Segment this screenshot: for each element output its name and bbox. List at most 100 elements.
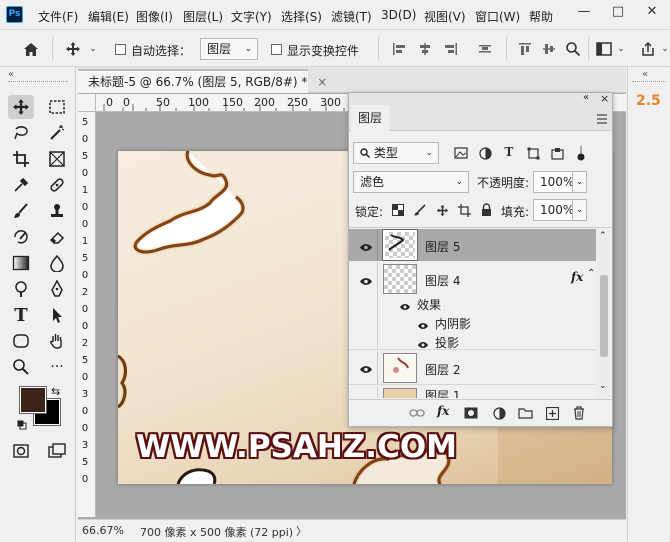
effect-drop-shadow[interactable]: 投影 (435, 334, 459, 351)
layer-row[interactable]: 图层 2 (349, 351, 596, 385)
drop-shadow-eye-icon[interactable] (417, 338, 431, 348)
close-tab-icon[interactable]: × (317, 75, 327, 89)
show-transform-checkbox[interactable] (271, 44, 282, 55)
menu-select[interactable]: 选择(S) (281, 8, 322, 25)
layer-row[interactable]: 图层 1 (349, 386, 596, 398)
chevron-down-icon[interactable]: ⌄ (599, 381, 607, 391)
properties-value[interactable]: 2.5 (636, 93, 661, 109)
inner-shadow-eye-icon[interactable] (417, 319, 431, 329)
eyedropper-tool[interactable] (8, 173, 34, 197)
visibility-eye-icon[interactable] (359, 363, 373, 373)
workspace-icon[interactable] (594, 39, 614, 59)
expand-panels-icon[interactable]: « (642, 69, 648, 80)
foreground-color-swatch[interactable] (19, 386, 47, 414)
more-tools-icon[interactable]: ··· (44, 355, 70, 379)
layers-scrollbar[interactable]: ⌃ ⌄ (597, 229, 611, 399)
lock-transparent-pixels-icon[interactable] (391, 203, 405, 217)
menu-help[interactable]: 帮助 (529, 8, 553, 25)
move-tool[interactable] (8, 95, 34, 119)
blur-tool[interactable] (44, 251, 70, 275)
search-icon[interactable] (563, 39, 583, 59)
layer-row[interactable]: 图层 5 (349, 229, 596, 261)
effect-inner-shadow[interactable]: 内阴影 (435, 315, 471, 332)
visibility-eye-icon[interactable] (359, 275, 373, 285)
home-icon[interactable] (20, 39, 42, 59)
healing-brush-tool[interactable] (44, 173, 70, 197)
chevron-up-icon[interactable]: ⌃ (587, 268, 595, 279)
default-colors-icon[interactable] (17, 419, 27, 430)
zoom-tool[interactable] (8, 355, 34, 379)
close-panel-icon[interactable]: × (600, 92, 609, 105)
collapse-toolbar-icon[interactable]: « (8, 69, 14, 80)
filter-kind-dropdown[interactable]: 类型 ⌄ (353, 142, 439, 164)
layer-effects-icon[interactable]: fx (571, 270, 583, 284)
align-right-icon[interactable] (442, 40, 460, 58)
crop-tool[interactable] (8, 147, 34, 171)
new-layer-icon[interactable] (544, 406, 560, 420)
menu-window[interactable]: 窗口(W) (475, 8, 520, 25)
brush-tool[interactable] (8, 199, 34, 223)
menu-type[interactable]: 文字(Y) (231, 8, 272, 25)
layer-name[interactable]: 图层 2 (425, 361, 460, 378)
menu-image[interactable]: 图像(I) (136, 8, 173, 25)
align-left-icon[interactable] (390, 40, 408, 58)
filter-pixel-icon[interactable] (453, 145, 469, 161)
layer-name[interactable]: 图层 5 (425, 238, 460, 255)
chevron-down-icon[interactable]: ⌄ (88, 43, 98, 55)
menu-edit[interactable]: 编辑(E) (88, 8, 129, 25)
filter-adjustment-icon[interactable] (477, 145, 493, 161)
gradient-tool[interactable] (8, 251, 34, 275)
effects-visibility-eye-icon[interactable] (399, 300, 413, 310)
auto-select-checkbox[interactable] (115, 44, 126, 55)
chevron-down-icon[interactable]: ⌄ (616, 43, 626, 55)
menu-3d[interactable]: 3D(D) (381, 8, 416, 22)
delete-layer-icon[interactable] (571, 405, 587, 420)
swap-colors-icon[interactable]: ⇆ (51, 385, 60, 398)
share-icon[interactable] (638, 39, 658, 59)
chevron-up-icon[interactable]: ⌃ (599, 231, 607, 241)
path-selection-tool[interactable] (44, 303, 70, 327)
layer-name[interactable]: 图层 1 (425, 387, 460, 398)
close-button[interactable]: ✕ (635, 0, 669, 26)
opacity-dropdown-button[interactable]: ⌄ (572, 171, 587, 193)
filter-shape-icon[interactable] (525, 145, 541, 161)
type-tool[interactable]: T (8, 303, 34, 327)
tab-layers[interactable]: 图层 (351, 105, 389, 132)
layer-name[interactable]: 图层 4 (425, 272, 460, 289)
lock-position-icon[interactable] (435, 203, 449, 217)
align-top-icon[interactable] (516, 40, 534, 58)
screen-mode-icon[interactable] (44, 439, 70, 463)
filter-toggle[interactable] (577, 144, 585, 162)
shape-tool[interactable] (8, 329, 34, 353)
frame-tool[interactable] (44, 147, 70, 171)
zoom-level[interactable]: 66.67% (82, 524, 124, 537)
chevron-down-icon[interactable]: ⌄ (660, 43, 670, 55)
pen-tool[interactable] (44, 277, 70, 301)
new-group-icon[interactable] (517, 406, 533, 420)
align-center-icon[interactable] (416, 40, 434, 58)
magic-wand-tool[interactable] (44, 121, 70, 145)
auto-select-target-dropdown[interactable]: 图层 ⌄ (200, 38, 258, 60)
minimize-button[interactable]: — (567, 0, 601, 26)
effects-label[interactable]: 效果 (417, 296, 441, 313)
link-layers-icon[interactable] (409, 406, 425, 420)
fill-dropdown-button[interactable]: ⌄ (572, 199, 587, 221)
new-adjustment-layer-icon[interactable] (491, 406, 507, 420)
quick-mask-icon[interactable] (8, 439, 34, 463)
filter-smart-object-icon[interactable] (549, 145, 565, 161)
menu-filter[interactable]: 滤镜(T) (331, 8, 372, 25)
add-layer-style-icon[interactable]: fx (437, 404, 449, 418)
lock-artboard-icon[interactable] (457, 203, 471, 217)
layer-row[interactable]: 图层 4 fx ⌃ 效果 内阴影 投影 (349, 262, 596, 350)
add-mask-icon[interactable] (463, 406, 479, 420)
lock-all-icon[interactable] (479, 202, 493, 216)
collapse-panel-icon[interactable]: « (583, 92, 589, 103)
menu-view[interactable]: 视图(V) (424, 8, 466, 25)
lock-image-pixels-icon[interactable] (413, 203, 427, 217)
align-vertical-center-icon[interactable] (540, 40, 558, 58)
panel-menu-icon[interactable] (596, 113, 608, 124)
visibility-eye-icon[interactable] (359, 241, 373, 251)
document-tab[interactable]: 未标题-5 @ 66.7% (图层 5, RGB/8#) * × (78, 69, 327, 93)
dodge-tool[interactable] (8, 277, 34, 301)
clone-stamp-tool[interactable] (44, 199, 70, 223)
